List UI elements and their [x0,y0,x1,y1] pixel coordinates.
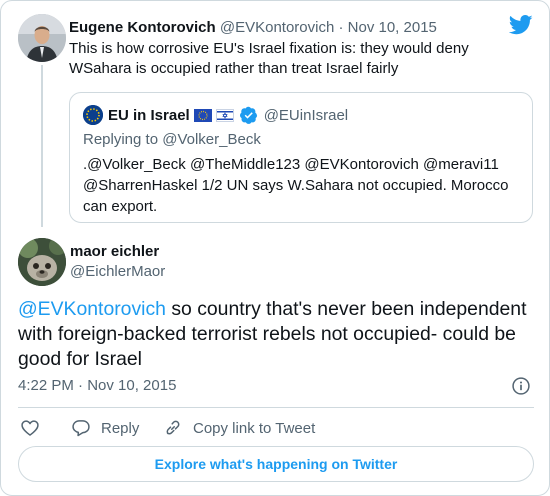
twitter-bird-icon[interactable] [509,15,533,35]
parent-tweet-date[interactable]: Nov 10, 2015 [348,19,437,36]
copy-link-button[interactable]: Copy link to Tweet [163,417,315,439]
main-author-handle[interactable]: @EichlerMaor [70,262,165,282]
link-icon [166,420,180,435]
mention-link[interactable]: @EVKontorovich [18,298,166,320]
main-author-name[interactable]: maor eichler [70,242,159,262]
replying-to[interactable]: Replying to @Volker_Beck [83,130,261,150]
israel-flag-icon [215,108,234,122]
like-button[interactable] [20,417,40,439]
parent-tweet-text: This is how corrosive EU's Israel fixati… [69,40,469,77]
divider [18,407,534,408]
copy-link-label: Copy link to Tweet [193,419,316,437]
avatar[interactable] [18,238,66,286]
quoted-tweet-text: .@Volker_Beck @TheMiddle123 @EVKontorovi… [83,156,509,215]
tweet-timestamp[interactable]: 4:22 PM · Nov 10, 2015 [18,376,176,396]
parent-author-name[interactable]: Eugene Kontorovich [69,19,216,36]
quoted-tweet[interactable]: EU in Israel @EUinIsrael Replying to @Vo… [69,92,533,223]
speech-bubble-icon [72,420,90,437]
thread-line [41,65,43,227]
tweet-embed-card: Eugene Kontorovich @EVKontorovich · Nov … [0,0,550,496]
reply-button[interactable]: Reply [71,417,139,439]
heart-icon [21,420,39,436]
reply-label: Reply [101,419,140,437]
info-icon[interactable] [511,376,531,396]
main-tweet-text: @EVKontorovich so country that's never b… [18,297,538,372]
quoted-tweet-header: EU in Israel @EUinIsrael [83,104,348,126]
date-separator: · [334,19,348,36]
parent-author-handle[interactable]: @EVKontorovich [220,19,334,36]
explore-button[interactable]: Explore what's happening on Twitter [18,446,534,482]
quoted-author-name[interactable]: EU in Israel [108,107,190,124]
verified-badge-icon [239,106,257,124]
eu-flag-icon [193,108,212,122]
quoted-author-handle[interactable]: @EUinIsrael [264,107,348,124]
avatar[interactable] [83,105,103,125]
avatar[interactable] [18,14,66,62]
parent-tweet-header: Eugene Kontorovich @EVKontorovich · Nov … [69,18,437,38]
